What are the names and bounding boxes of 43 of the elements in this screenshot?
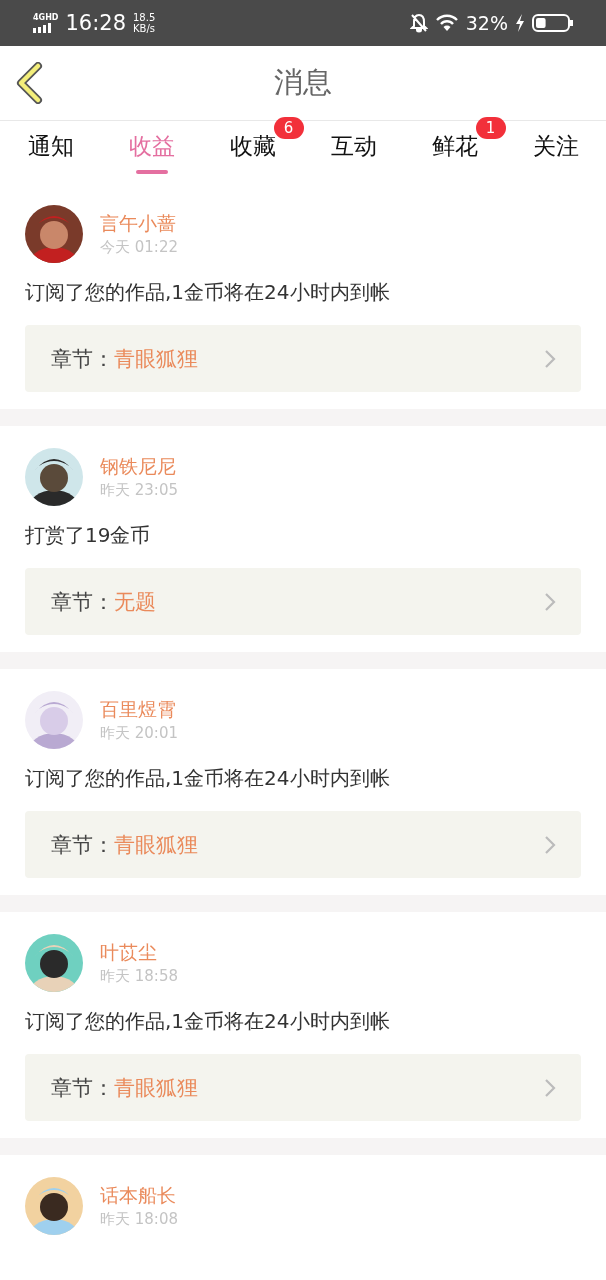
message-text: 打赏了19金币 [25, 522, 152, 549]
tab[interactable]: 互动 [303, 121, 404, 183]
timestamp: 昨天 23:05 [100, 480, 178, 501]
chapter-label: 章节： [51, 1074, 114, 1102]
message-text: 订阅了您的作品,1金币将在24小时内到帐 [25, 1008, 391, 1035]
timestamp: 今天 01:22 [100, 237, 178, 258]
wifi-icon [434, 14, 459, 32]
clock: 16:28 [65, 11, 126, 35]
chevron-right-icon [544, 834, 556, 855]
chapter-label: 章节： [51, 831, 114, 859]
back-chevron-icon [14, 62, 44, 104]
timestamp: 昨天 18:58 [100, 966, 178, 987]
page-title: 消息 [274, 64, 332, 101]
chevron-right-icon [544, 348, 556, 369]
chapter-title: 无题 [114, 588, 157, 616]
chevron-right-icon [544, 1077, 556, 1098]
timestamp: 昨天 18:08 [100, 1209, 178, 1230]
battery-percent: 32% [465, 12, 508, 34]
chapter-link[interactable]: 章节：青眼狐狸 [25, 811, 581, 878]
tab-indicator [135, 170, 168, 174]
chapter-link[interactable]: 章节：青眼狐狸 [25, 1054, 581, 1121]
network-speed: 18.5 [133, 12, 156, 23]
message-text: 订阅了您的作品,1金币将在24小时内到帐 [25, 279, 391, 306]
chevron-right-icon [544, 591, 556, 612]
chapter-title: 青眼狐狸 [114, 1074, 199, 1102]
chapter-label: 章节： [51, 588, 114, 616]
back-button[interactable] [14, 62, 44, 104]
signal-icon [33, 22, 53, 33]
speed-unit: KB/s [133, 23, 156, 34]
network-label: 4GHD [33, 13, 59, 22]
chapter-link[interactable]: 章节：无题 [25, 568, 581, 635]
chapter-link[interactable]: 章节：青眼狐狸 [25, 325, 581, 392]
chapter-title: 青眼狐狸 [114, 831, 199, 859]
chapter-title: 青眼狐狸 [114, 345, 199, 373]
timestamp: 昨天 20:01 [100, 723, 178, 744]
tab[interactable]: 关注 [505, 121, 606, 183]
count-badge: 6 [273, 117, 304, 139]
charging-icon [515, 14, 525, 32]
muted-bell-icon [409, 13, 428, 33]
message-text: 订阅了您的作品,1金币将在24小时内到帐 [25, 765, 391, 792]
tab[interactable]: 通知 [0, 121, 101, 183]
battery-icon [532, 13, 574, 33]
chapter-label: 章节： [51, 345, 114, 373]
